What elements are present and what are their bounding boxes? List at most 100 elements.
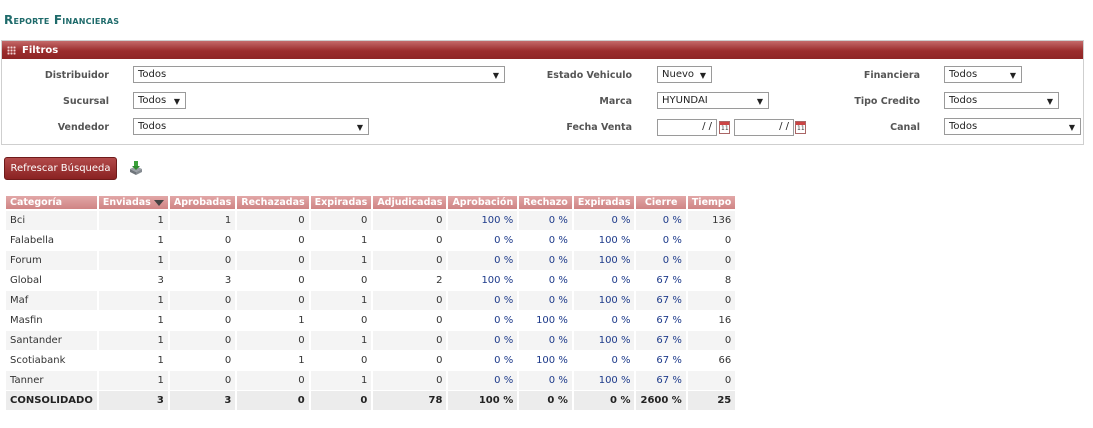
marca-value: HYUNDAI xyxy=(662,95,708,106)
table-cell: 1 xyxy=(237,351,309,371)
report-body: Bci 1 1 0 0 0 100 % 0 % 0 % 0 % 136 Falabella 1 0 0 1 0 0… xyxy=(6,211,736,411)
vendedor-value: Todos xyxy=(138,121,167,132)
row-category-cell: Bci xyxy=(6,211,97,231)
col-header-sorted[interactable]: Enviadas xyxy=(98,196,168,211)
sucursal-select[interactable]: Todos ▼ xyxy=(133,92,186,109)
col-header[interactable]: Aprobación xyxy=(448,196,518,211)
table-cell: 0 % xyxy=(448,311,518,331)
row-category-cell: Falabella xyxy=(6,231,97,251)
fecha-hasta-input[interactable]: / / xyxy=(734,119,794,136)
table-cell: 100 % xyxy=(448,211,518,231)
row-category-cell: CONSOLIDADO xyxy=(6,391,97,411)
table-cell: 0 xyxy=(373,211,447,231)
table-cell: 0 % xyxy=(448,371,518,391)
col-header[interactable]: Adjudicadas xyxy=(373,196,447,211)
marca-label: Marca xyxy=(599,96,632,107)
table-cell: 0 xyxy=(373,251,447,271)
table-row: Falabella 1 0 0 1 0 0 % 0 % 100 % 0 % 0 xyxy=(6,231,736,251)
col-header[interactable]: Rechazo xyxy=(519,196,572,211)
tipo-credito-select[interactable]: Todos ▼ xyxy=(944,92,1059,109)
col-header[interactable]: Cierre xyxy=(636,196,686,211)
col-header[interactable]: Tiempo xyxy=(687,196,736,211)
table-cell: 0 xyxy=(310,271,372,291)
table-cell: 0 xyxy=(169,351,236,371)
distribuidor-value: Todos xyxy=(138,69,167,80)
table-cell: 0 xyxy=(237,211,309,231)
table-cell: 0 % xyxy=(448,351,518,371)
vendedor-select[interactable]: Todos ▼ xyxy=(133,118,369,135)
table-cell: 1 xyxy=(98,371,168,391)
table-cell: 2600 % xyxy=(636,391,686,411)
financiera-value: Todos xyxy=(949,69,978,80)
table-cell: 67 % xyxy=(636,371,686,391)
sort-desc-icon xyxy=(153,199,164,206)
table-cell: 0 xyxy=(237,271,309,291)
table-cell: 0 xyxy=(169,331,236,351)
table-cell: 0 xyxy=(687,371,736,391)
table-cell: 3 xyxy=(169,391,236,411)
financiera-label: Financiera xyxy=(863,70,920,81)
distribuidor-select[interactable]: Todos ▼ xyxy=(133,66,505,83)
canal-select[interactable]: Todos ▼ xyxy=(944,118,1081,135)
table-cell: 0 % xyxy=(519,371,572,391)
financiera-select[interactable]: Todos ▼ xyxy=(944,66,1022,83)
table-cell: 25 xyxy=(687,391,736,411)
table-cell: 1 xyxy=(98,351,168,371)
table-cell: 0 % xyxy=(448,231,518,251)
export-excel-icon[interactable] xyxy=(128,160,144,176)
table-cell: 0 xyxy=(169,291,236,311)
col-header[interactable]: Aprobadas xyxy=(169,196,236,211)
marca-select[interactable]: HYUNDAI ▼ xyxy=(657,92,769,109)
table-cell: 0 xyxy=(687,291,736,311)
table-cell: 67 % xyxy=(636,331,686,351)
filters-panel: Filtros Distribuidor Todos ▼ Sucursal To… xyxy=(1,40,1084,145)
table-cell: 0 % xyxy=(519,271,572,291)
table-cell: 1 xyxy=(98,311,168,331)
table-cell: 0 xyxy=(373,351,447,371)
calendar-icon[interactable] xyxy=(795,121,806,134)
estado-vehiculo-select[interactable]: Nuevo ▼ xyxy=(657,66,712,83)
col-header[interactable]: Rechazadas xyxy=(237,196,309,211)
table-cell: 0 xyxy=(373,291,447,311)
row-category-cell: Forum xyxy=(6,251,97,271)
table-cell: 67 % xyxy=(636,351,686,371)
table-cell: 1 xyxy=(98,291,168,311)
filters-header[interactable]: Filtros xyxy=(2,41,1083,59)
col-header[interactable]: Categoría xyxy=(6,196,97,211)
sucursal-label: Sucursal xyxy=(62,96,109,107)
refresh-search-button[interactable]: Refrescar Búsqueda xyxy=(4,157,117,180)
table-cell: 0 xyxy=(373,371,447,391)
row-category-cell: Global xyxy=(6,271,97,291)
col-header[interactable]: Expiradas xyxy=(310,196,372,211)
table-row: Forum 1 0 0 1 0 0 % 0 % 100 % 0 % 0 xyxy=(6,251,736,271)
table-cell: 1 xyxy=(169,211,236,231)
table-cell: 1 xyxy=(237,311,309,331)
table-cell: 0 % xyxy=(573,311,635,331)
table-cell: 0 % xyxy=(519,211,572,231)
fecha-desde-input[interactable]: / / xyxy=(657,119,717,136)
page-title: Reporte Financieras xyxy=(4,13,120,27)
table-cell: 0 % xyxy=(636,251,686,271)
chevron-down-icon: ▼ xyxy=(1068,123,1075,132)
table-cell: 1 xyxy=(98,211,168,231)
col-header[interactable]: Expiradas xyxy=(573,196,635,211)
table-cell: 0 % xyxy=(573,391,635,411)
canal-value: Todos xyxy=(949,121,978,132)
calendar-icon[interactable] xyxy=(719,121,730,134)
total-row: CONSOLIDADO 3 3 0 0 78 100 % 0 % 0 % 2600 % 25 xyxy=(6,391,736,411)
chevron-down-icon: ▼ xyxy=(356,123,363,132)
table-cell: 1 xyxy=(98,331,168,351)
table-row: Masfin 1 0 1 0 0 0 % 100 % 0 % 67 % 16 xyxy=(6,311,736,331)
table-cell: 67 % xyxy=(636,311,686,331)
table-cell: 100 % xyxy=(448,271,518,291)
tipo-credito-value: Todos xyxy=(949,95,978,106)
table-cell: 0 xyxy=(310,311,372,331)
table-cell: 0 % xyxy=(519,391,572,411)
table-header-row: Categoría Enviadas Aprobadas Rechazadas … xyxy=(6,196,736,211)
table-cell: 3 xyxy=(98,271,168,291)
distribuidor-label: Distribuidor xyxy=(44,70,109,81)
table-cell: 0 % xyxy=(519,331,572,351)
row-category-cell: Santander xyxy=(6,331,97,351)
table-cell: 78 xyxy=(373,391,447,411)
table-row: Maf 1 0 0 1 0 0 % 0 % 100 % 67 % 0 xyxy=(6,291,736,311)
